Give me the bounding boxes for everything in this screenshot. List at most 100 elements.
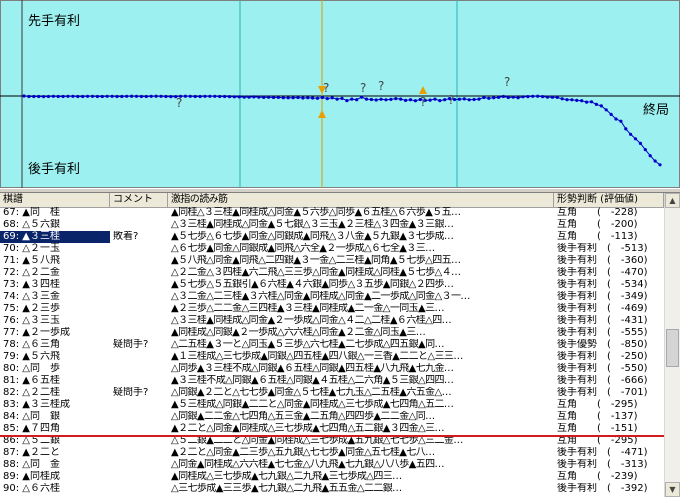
table-row[interactable]: 70: △２一玉 △６七歩▲同金△同銀成▲同飛△六全▲２一歩成△６七全▲３三… 後手… — [0, 243, 664, 255]
move-list[interactable]: 棋譜 コメント 激指の読み筋 形勢判断 (評価値) 67: ▲同 桂 ▲同桂△３三… — [0, 193, 680, 497]
pv-cell: △同銀▲二二金△七四角△五三金▲二五角△四四歩▲二二金△同… — [171, 411, 435, 422]
table-row[interactable]: 74: △３三金 △３二金△二三桂▲３六桂△同金▲同桂成△同金▲二一歩成△同金△３… — [0, 291, 664, 303]
evaluation-point — [536, 94, 540, 98]
evaluation-point — [247, 95, 251, 99]
comment-cell — [110, 411, 168, 423]
evaluation-point — [81, 94, 85, 99]
evaluation-point — [345, 99, 349, 103]
table-row[interactable]: 75: ▲２三歩 ▲２三歩△二二金△三四桂▲３三桂▲同桂成▲二一金△一同玉▲三… 後… — [0, 303, 664, 315]
evaluation-point — [267, 95, 271, 99]
evaluation-point — [379, 97, 383, 101]
evaluation-point — [22, 94, 26, 98]
scroll-down-icon[interactable]: ▼ — [665, 482, 680, 497]
move-cell: 78: △６三角 — [3, 339, 60, 350]
scroll-up-icon[interactable]: ▲ — [665, 193, 680, 208]
evaluation-point — [531, 94, 535, 98]
pv-cell: △３二金△二三桂▲３六桂△同金▲同桂成△同金▲二一歩成△同金△３一… — [171, 291, 470, 302]
table-row[interactable]: 76: △３三玉 △３三桂▲同桂成△同金▲２一歩成△同金△４二△二桂▲６六桂△四…… — [0, 315, 664, 327]
move-cell: 73: ▲３四桂 — [3, 279, 60, 290]
judgement-cell: 後手有利 ( -431) — [557, 315, 648, 326]
evaluation-point — [511, 95, 515, 99]
comment-cell — [110, 483, 168, 495]
pv-cell: ▲３三桂不成△同銀▲６五桂△同銀▲４五桂△二六角▲５三銀△四四… — [171, 375, 454, 386]
table-row[interactable]: 81: ▲６五桂 ▲３三桂不成△同銀▲６五桂△同銀▲４五桂△二六角▲５三銀△四四…… — [0, 375, 664, 387]
evaluation-point — [252, 95, 256, 99]
evaluation-point — [198, 94, 202, 99]
table-row[interactable]: 78: △６三角 疑問手? △二五桂▲３一と△同玉▲５三歩△六七桂▲二七歩成△四五銀… — [0, 339, 664, 351]
evaluation-point — [301, 96, 305, 100]
evaluation-point — [374, 98, 378, 102]
table-row[interactable]: 80: △同 歩 △同歩▲３三桂不成△同銀▲６五桂△同銀▲四五桂▲八九飛▲七九金…… — [0, 363, 664, 375]
table-row[interactable]: 77: ▲２一歩成 ▲同桂成△同銀▲２一歩成△六六桂△同金▲２二金△同玉▲三… 後手… — [0, 327, 664, 339]
evaluation-point — [501, 94, 505, 99]
pv-cell: △同銀▲２二と△七七歩▲同金△５七桂▲七九玉△二五桂▲六五金△… — [171, 387, 452, 398]
evaluation-point — [242, 95, 246, 99]
table-row[interactable]: 83: ▲３三桂成 ▲５三桂成△同銀▲二二と△同金▲同桂成△三七歩成▲七四角△五二… — [0, 399, 664, 411]
evaluation-point — [95, 94, 99, 99]
comment-cell — [110, 207, 168, 219]
table-row[interactable]: 69: ▲３三桂 敗着? ▲５七歩△６七歩▲同金△同銀成▲同飛△３八金▲５九銀▲３七… — [0, 231, 664, 243]
pv-cell: △３三桂▲同桂成△同金▲５七銀△３三玉▲２三桂△３四金▲３三銀… — [171, 219, 454, 230]
evaluation-point — [619, 119, 623, 123]
evaluation-point — [506, 95, 510, 100]
comment-cell — [110, 471, 168, 483]
comment-cell — [110, 303, 168, 315]
move-cell: 90: △６六桂 — [3, 483, 60, 494]
table-row[interactable]: 87: ▲２二と ▲２二と△同金▲二三歩△五九銀△七七歩▲同金△五七桂▲七八… 後手… — [0, 447, 664, 459]
comment-cell — [110, 327, 168, 339]
scroll-thumb[interactable] — [666, 329, 679, 367]
evaluation-point — [599, 104, 603, 108]
table-row[interactable]: 67: ▲同 桂 ▲同桂△３三桂▲同桂成△同金▲５六歩△同歩▲６五桂△６六歩▲５五… — [0, 207, 664, 219]
evaluation-point — [183, 94, 187, 98]
questionable-move-mark: ? — [378, 79, 384, 93]
move-cell: 80: △同 歩 — [3, 363, 60, 374]
evaluation-point — [46, 94, 51, 99]
judgement-cell: 後手有利 ( -392) — [557, 483, 648, 494]
evaluation-point — [291, 96, 295, 100]
evaluation-point — [42, 95, 46, 99]
comment-cell — [110, 363, 168, 375]
evaluation-point — [218, 94, 222, 99]
vertical-scrollbar[interactable]: ▲ ▼ — [664, 193, 680, 497]
pv-cell: ▲２三歩△二二金△三四桂▲３三桂▲同桂成▲二一金△一同玉▲三… — [171, 303, 445, 314]
gote-advantage-label: 後手有利 — [27, 162, 82, 177]
evaluation-point — [134, 94, 139, 98]
table-row[interactable]: 72: △２二金 △２二金△３四桂▲六二飛△三三歩△同金▲同桂成△同桂▲５七歩△４… — [0, 267, 664, 279]
evaluation-point — [560, 97, 564, 101]
table-row[interactable]: 84: △同 銀 △同銀▲二二金△七四角△五三金▲二五角△四四歩▲二二金△同… 互角… — [0, 411, 664, 423]
comment-cell — [110, 459, 168, 471]
judgement-cell: 互角 ( -151) — [557, 423, 638, 434]
table-row[interactable]: 71: ▲５八飛 ▲５八飛△同金▲同飛△二四銀▲３一金△二三桂▲同角▲５七歩△四五… — [0, 255, 664, 267]
comment-cell — [110, 447, 168, 459]
table-row[interactable]: 89: ▲同桂成 ▲同桂成△三七歩成▲七九銀△二九飛▲三七歩成△四三… 互角 ( -… — [0, 471, 664, 483]
table-row[interactable]: 82: △２二桂 疑問手? △同銀▲２二と△七七歩▲同金△５七桂▲七九玉△二五桂▲六… — [0, 387, 664, 399]
evaluation-point — [570, 98, 574, 102]
evaluation-point — [120, 94, 124, 99]
table-row[interactable]: 88: △同 金 △同金▲同桂成△六六桂▲七七金△八九飛▲七九銀△八八歩▲五四… 後… — [0, 459, 664, 471]
evaluation-point — [589, 100, 594, 104]
column-header-pv[interactable]: 激指の読み筋 — [168, 193, 554, 207]
evaluation-point — [472, 97, 476, 102]
comment-cell — [110, 279, 168, 291]
table-row[interactable]: 85: ▲７四角 ▲２二と△同金▲同桂成△三七歩成▲七四角△五二銀▲３四金△三… 互… — [0, 423, 664, 435]
table-row[interactable]: 79: ▲５六飛 ▲１三桂成△三七歩成▲同銀△四五桂▲四八銀△一三香▲二二と△三三… — [0, 351, 664, 363]
evaluation-point — [286, 96, 290, 100]
table-row[interactable]: 90: △６六桂 △三七歩成▲三三歩▲七九銀△二九飛▲五五金△二二銀… 後手有利 (… — [0, 483, 664, 495]
evaluation-graph[interactable]: ??????? 先手有利 後手有利 終局 — [0, 0, 680, 188]
judgement-cell: 後手有利 ( -250) — [557, 351, 648, 362]
comment-cell — [110, 315, 168, 327]
column-header-judgement[interactable]: 形勢判断 (評価値) — [554, 193, 664, 207]
evaluation-point — [516, 96, 520, 100]
evaluation-point — [521, 95, 525, 99]
judgement-cell: 後手有利 ( -513) — [557, 243, 648, 254]
judgement-cell: 互角 ( -295) — [557, 399, 638, 410]
evaluation-point — [550, 95, 555, 99]
judgement-cell: 後手有利 ( -550) — [557, 363, 648, 374]
comment-cell — [110, 243, 168, 255]
evaluation-point — [462, 97, 466, 101]
table-row[interactable]: 68: △５六銀 △３三桂▲同桂成△同金▲５七銀△３三玉▲２三桂△３四金▲３三銀…… — [0, 219, 664, 231]
move-cell: 83: ▲３三桂成 — [3, 399, 70, 410]
table-row[interactable]: 73: ▲３四桂 ▲５七歩△５五銀引▲６六桂▲４六銀▲同歩△３五歩▲同銀△２四歩…… — [0, 279, 664, 291]
column-header-move[interactable]: 棋譜 — [0, 193, 110, 207]
column-header-comment[interactable]: コメント — [110, 193, 168, 207]
